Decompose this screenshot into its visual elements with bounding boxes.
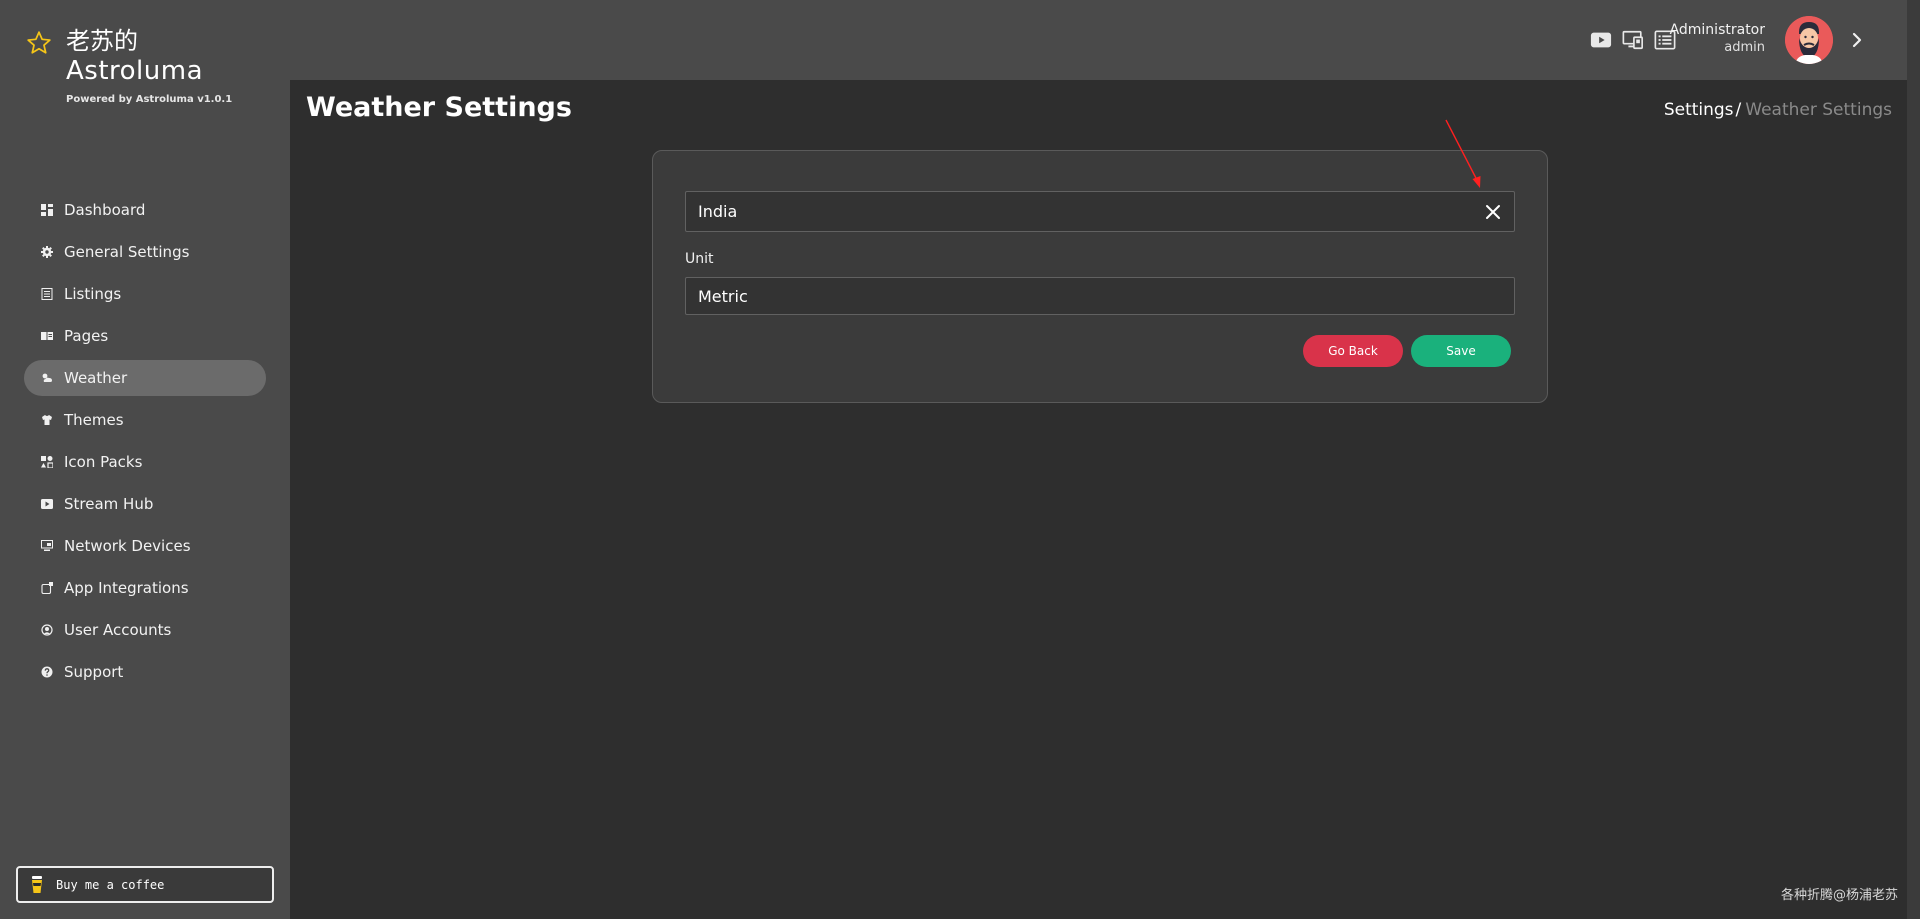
location-value: India [698,202,738,221]
sidebar-item-label: App Integrations [64,579,189,597]
breadcrumb-current: Weather Settings [1745,100,1892,120]
sidebar-item-themes[interactable]: Themes [24,402,266,438]
sidebar-item-dashboard[interactable]: Dashboard [24,192,266,228]
sidebar-item-label: Network Devices [64,537,191,555]
star-icon [27,31,51,54]
topbar-icons [1589,28,1677,52]
coffee-label: Buy me a coffee [56,877,165,892]
weather-settings-card: India Unit Metric Go Back Save [652,150,1548,403]
breadcrumb: Settings / Weather Settings [1664,100,1892,120]
gear-icon [40,245,54,259]
sidebar-nav: Dashboard General Settings Listings Page… [24,192,266,696]
sidebar-item-label: Dashboard [64,201,146,219]
sidebar-item-network-devices[interactable]: Network Devices [24,528,266,564]
sidebar-item-label: Weather [64,369,128,387]
sidebar-item-stream-hub[interactable]: Stream Hub [24,486,266,522]
avatar[interactable] [1785,16,1833,64]
network-icon [40,539,54,553]
sidebar-item-user-accounts[interactable]: User Accounts [24,612,266,648]
help-icon [40,665,54,679]
go-back-button[interactable]: Go Back [1303,335,1403,367]
sidebar-item-label: General Settings [64,243,190,261]
sidebar-item-weather[interactable]: Weather [24,360,266,396]
user-icon [40,623,54,637]
plug-icon [40,581,54,595]
brand-subtitle: Powered by Astroluma v1.0.1 [66,94,233,105]
brand-title-en: Astroluma [66,56,204,86]
cloud-sun-icon [40,371,54,385]
close-icon[interactable] [1484,203,1502,221]
sidebar-item-label: Support [64,663,124,681]
icons-icon [40,455,54,469]
list-icon [40,287,54,301]
sidebar-item-pages[interactable]: Pages [24,318,266,354]
brand-title-cn: 老苏的 [66,27,138,55]
sidebar-item-label: Listings [64,285,122,303]
sidebar-item-label: Icon Packs [64,453,143,471]
buy-me-a-coffee-button[interactable]: Buy me a coffee [16,866,274,903]
user-role: admin [1724,40,1765,55]
sidebar-item-label: User Accounts [64,621,172,639]
sidebar-item-listings[interactable]: Listings [24,276,266,312]
sidebar-item-general-settings[interactable]: General Settings [24,234,266,270]
sidebar: 老苏的 Astroluma Powered by Astroluma v1.0.… [0,0,290,919]
top-bar: Administrator admin [290,0,1907,80]
brand: 老苏的 Astroluma Powered by Astroluma v1.0.… [26,26,232,105]
scrollbar[interactable] [1907,0,1920,919]
breadcrumb-settings[interactable]: Settings [1664,100,1734,120]
save-button[interactable]: Save [1411,335,1511,367]
breadcrumb-separator: / [1735,100,1742,120]
watermark: 各种折腾@杨浦老苏 [1780,888,1898,903]
unit-label: Unit [685,251,714,267]
chevron-right-icon[interactable] [1849,30,1865,50]
sidebar-item-label: Stream Hub [64,495,154,513]
page-title: Weather Settings [306,92,572,123]
shirt-icon [40,413,54,427]
sidebar-item-support[interactable]: Support [24,654,266,690]
user-info[interactable]: Administrator admin [1670,22,1765,55]
sidebar-item-app-integrations[interactable]: App Integrations [24,570,266,606]
youtube-icon[interactable] [1589,28,1613,52]
sidebar-item-icon-packs[interactable]: Icon Packs [24,444,266,480]
user-name: Administrator [1669,22,1765,38]
coffee-cup-icon [32,875,42,893]
unit-select[interactable]: Metric [685,277,1515,315]
devices-icon[interactable] [1621,28,1645,52]
dashboard-icon [40,203,54,217]
play-icon [40,497,54,511]
sidebar-item-label: Themes [64,411,124,429]
book-icon [40,329,54,343]
location-input[interactable]: India [685,191,1515,232]
sidebar-item-label: Pages [64,327,109,345]
unit-value: Metric [698,286,748,306]
